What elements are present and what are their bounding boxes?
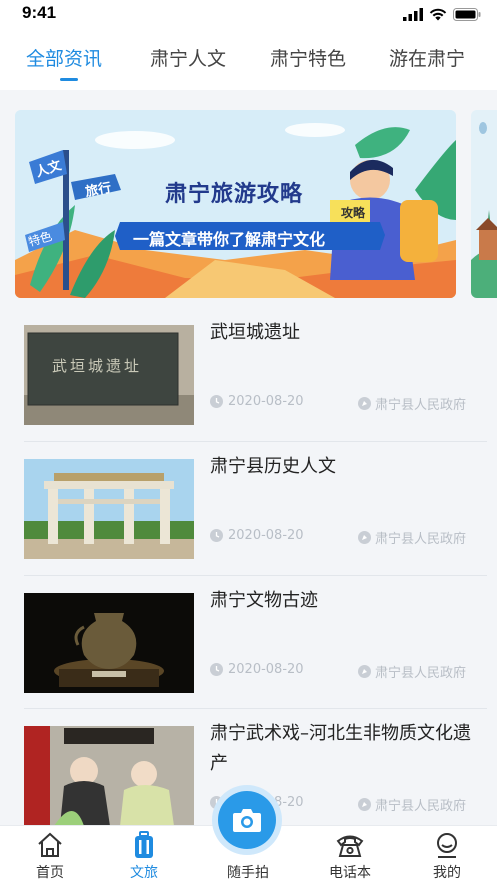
stone-inscription: 武垣城遗址 bbox=[52, 357, 143, 375]
nav-snapshot-label: 随手拍 bbox=[227, 865, 269, 881]
tab-suning-culture[interactable]: 肃宁人文 bbox=[150, 44, 226, 71]
pagoda-illustration bbox=[471, 110, 497, 298]
news-source: 肃宁县人民政府 bbox=[358, 795, 466, 814]
clock-icon bbox=[210, 663, 223, 676]
tab-suning-features[interactable]: 肃宁特色 bbox=[270, 44, 346, 71]
news-thumbnail bbox=[24, 593, 194, 693]
camera-icon bbox=[233, 809, 261, 832]
list-divider bbox=[24, 708, 487, 709]
news-date: 2020-08-20 bbox=[210, 528, 304, 543]
nav-home-label: 首页 bbox=[36, 865, 64, 881]
status-icons bbox=[403, 6, 481, 22]
banner-book-label: 攻略 bbox=[341, 206, 366, 220]
nav-phonebook[interactable]: 电话本 bbox=[310, 826, 390, 883]
content-scroll[interactable]: 人文 旅行 特色 肃宁旅游攻略 一篇文章带你了解肃宁文化 攻略 武垣城遗址 武垣… bbox=[0, 90, 497, 825]
news-source-text: 肃宁县人民政府 bbox=[375, 398, 467, 413]
camera-button[interactable] bbox=[212, 785, 282, 855]
list-item[interactable]: 武垣城遗址 武垣城遗址 2020-08-20 肃宁县人民政府 bbox=[24, 312, 487, 445]
news-date-text: 2020-08-20 bbox=[228, 528, 304, 543]
list-item[interactable]: 肃宁县历史人文 2020-08-20 肃宁县人民政府 bbox=[24, 446, 487, 579]
news-meta: 2020-08-20 肃宁县人民政府 bbox=[210, 394, 490, 414]
list-item[interactable]: 肃宁文物古迹 2020-08-20 肃宁县人民政府 bbox=[24, 580, 487, 713]
news-date-text: 2020-08-20 bbox=[228, 662, 304, 677]
battery-icon bbox=[453, 7, 481, 21]
nav-profile-label: 我的 bbox=[433, 865, 461, 881]
news-meta: 2020-08-20 肃宁县人民政府 bbox=[210, 528, 490, 548]
news-title: 肃宁武术戏–河北生非物质文化遗产 bbox=[210, 723, 471, 774]
news-source: 肃宁县人民政府 bbox=[358, 662, 466, 681]
news-title: 肃宁文物古迹 bbox=[210, 590, 318, 611]
tab-all-news[interactable]: 全部资讯 bbox=[26, 44, 102, 71]
luggage-icon bbox=[135, 831, 153, 858]
banner-travel-guide[interactable]: 人文 旅行 特色 肃宁旅游攻略 一篇文章带你了解肃宁文化 攻略 bbox=[15, 110, 456, 298]
banner-subtitle: 一篇文章带你了解肃宁文化 bbox=[133, 230, 326, 249]
clock-icon bbox=[210, 395, 223, 408]
news-source-text: 肃宁县人民政府 bbox=[375, 666, 467, 681]
nav-home[interactable]: 首页 bbox=[10, 826, 90, 883]
nav-culture-travel-label: 文旅 bbox=[130, 865, 158, 881]
banner-title: 肃宁旅游攻略 bbox=[165, 182, 304, 207]
user-icon bbox=[437, 833, 457, 858]
news-thumbnail: 武垣城遗址 bbox=[24, 325, 194, 425]
wifi-icon bbox=[429, 8, 447, 20]
news-date: 2020-08-20 bbox=[210, 394, 304, 409]
news-meta: 2020-08-20 肃宁县人民政府 bbox=[210, 662, 490, 682]
camera-button-inner bbox=[218, 791, 276, 849]
signal-icon bbox=[403, 7, 423, 21]
news-date: 2020-08-20 bbox=[210, 662, 304, 677]
source-icon bbox=[358, 665, 371, 678]
source-icon bbox=[358, 397, 371, 410]
news-date-text: 2020-08-20 bbox=[228, 394, 304, 409]
news-source-text: 肃宁县人民政府 bbox=[375, 532, 467, 547]
news-title: 肃宁县历史人文 bbox=[210, 456, 336, 477]
clock-icon bbox=[210, 529, 223, 542]
nav-profile[interactable]: 我的 bbox=[407, 826, 487, 883]
nav-phonebook-label: 电话本 bbox=[329, 865, 371, 881]
status-time: 9:41 bbox=[22, 3, 57, 22]
news-thumbnail bbox=[24, 459, 194, 559]
phone-icon bbox=[336, 835, 364, 857]
source-icon bbox=[358, 798, 371, 811]
list-divider bbox=[24, 441, 487, 442]
status-bar: 9:41 bbox=[0, 0, 497, 28]
nav-culture-travel[interactable]: 文旅 bbox=[104, 826, 184, 883]
news-source: 肃宁县人民政府 bbox=[358, 394, 466, 413]
news-source-text: 肃宁县人民政府 bbox=[375, 799, 467, 814]
news-thumbnail bbox=[24, 726, 194, 825]
banner-next-peek[interactable] bbox=[471, 110, 497, 298]
news-source: 肃宁县人民政府 bbox=[358, 528, 466, 547]
active-tab-indicator bbox=[60, 78, 78, 81]
tab-travel-suning[interactable]: 游在肃宁 bbox=[389, 44, 465, 71]
category-tabs: 全部资讯 肃宁人文 肃宁特色 游在肃宁 bbox=[0, 28, 497, 90]
source-icon bbox=[358, 531, 371, 544]
news-title: 武垣城遗址 bbox=[210, 322, 300, 343]
home-icon bbox=[38, 832, 62, 857]
list-divider bbox=[24, 575, 487, 576]
